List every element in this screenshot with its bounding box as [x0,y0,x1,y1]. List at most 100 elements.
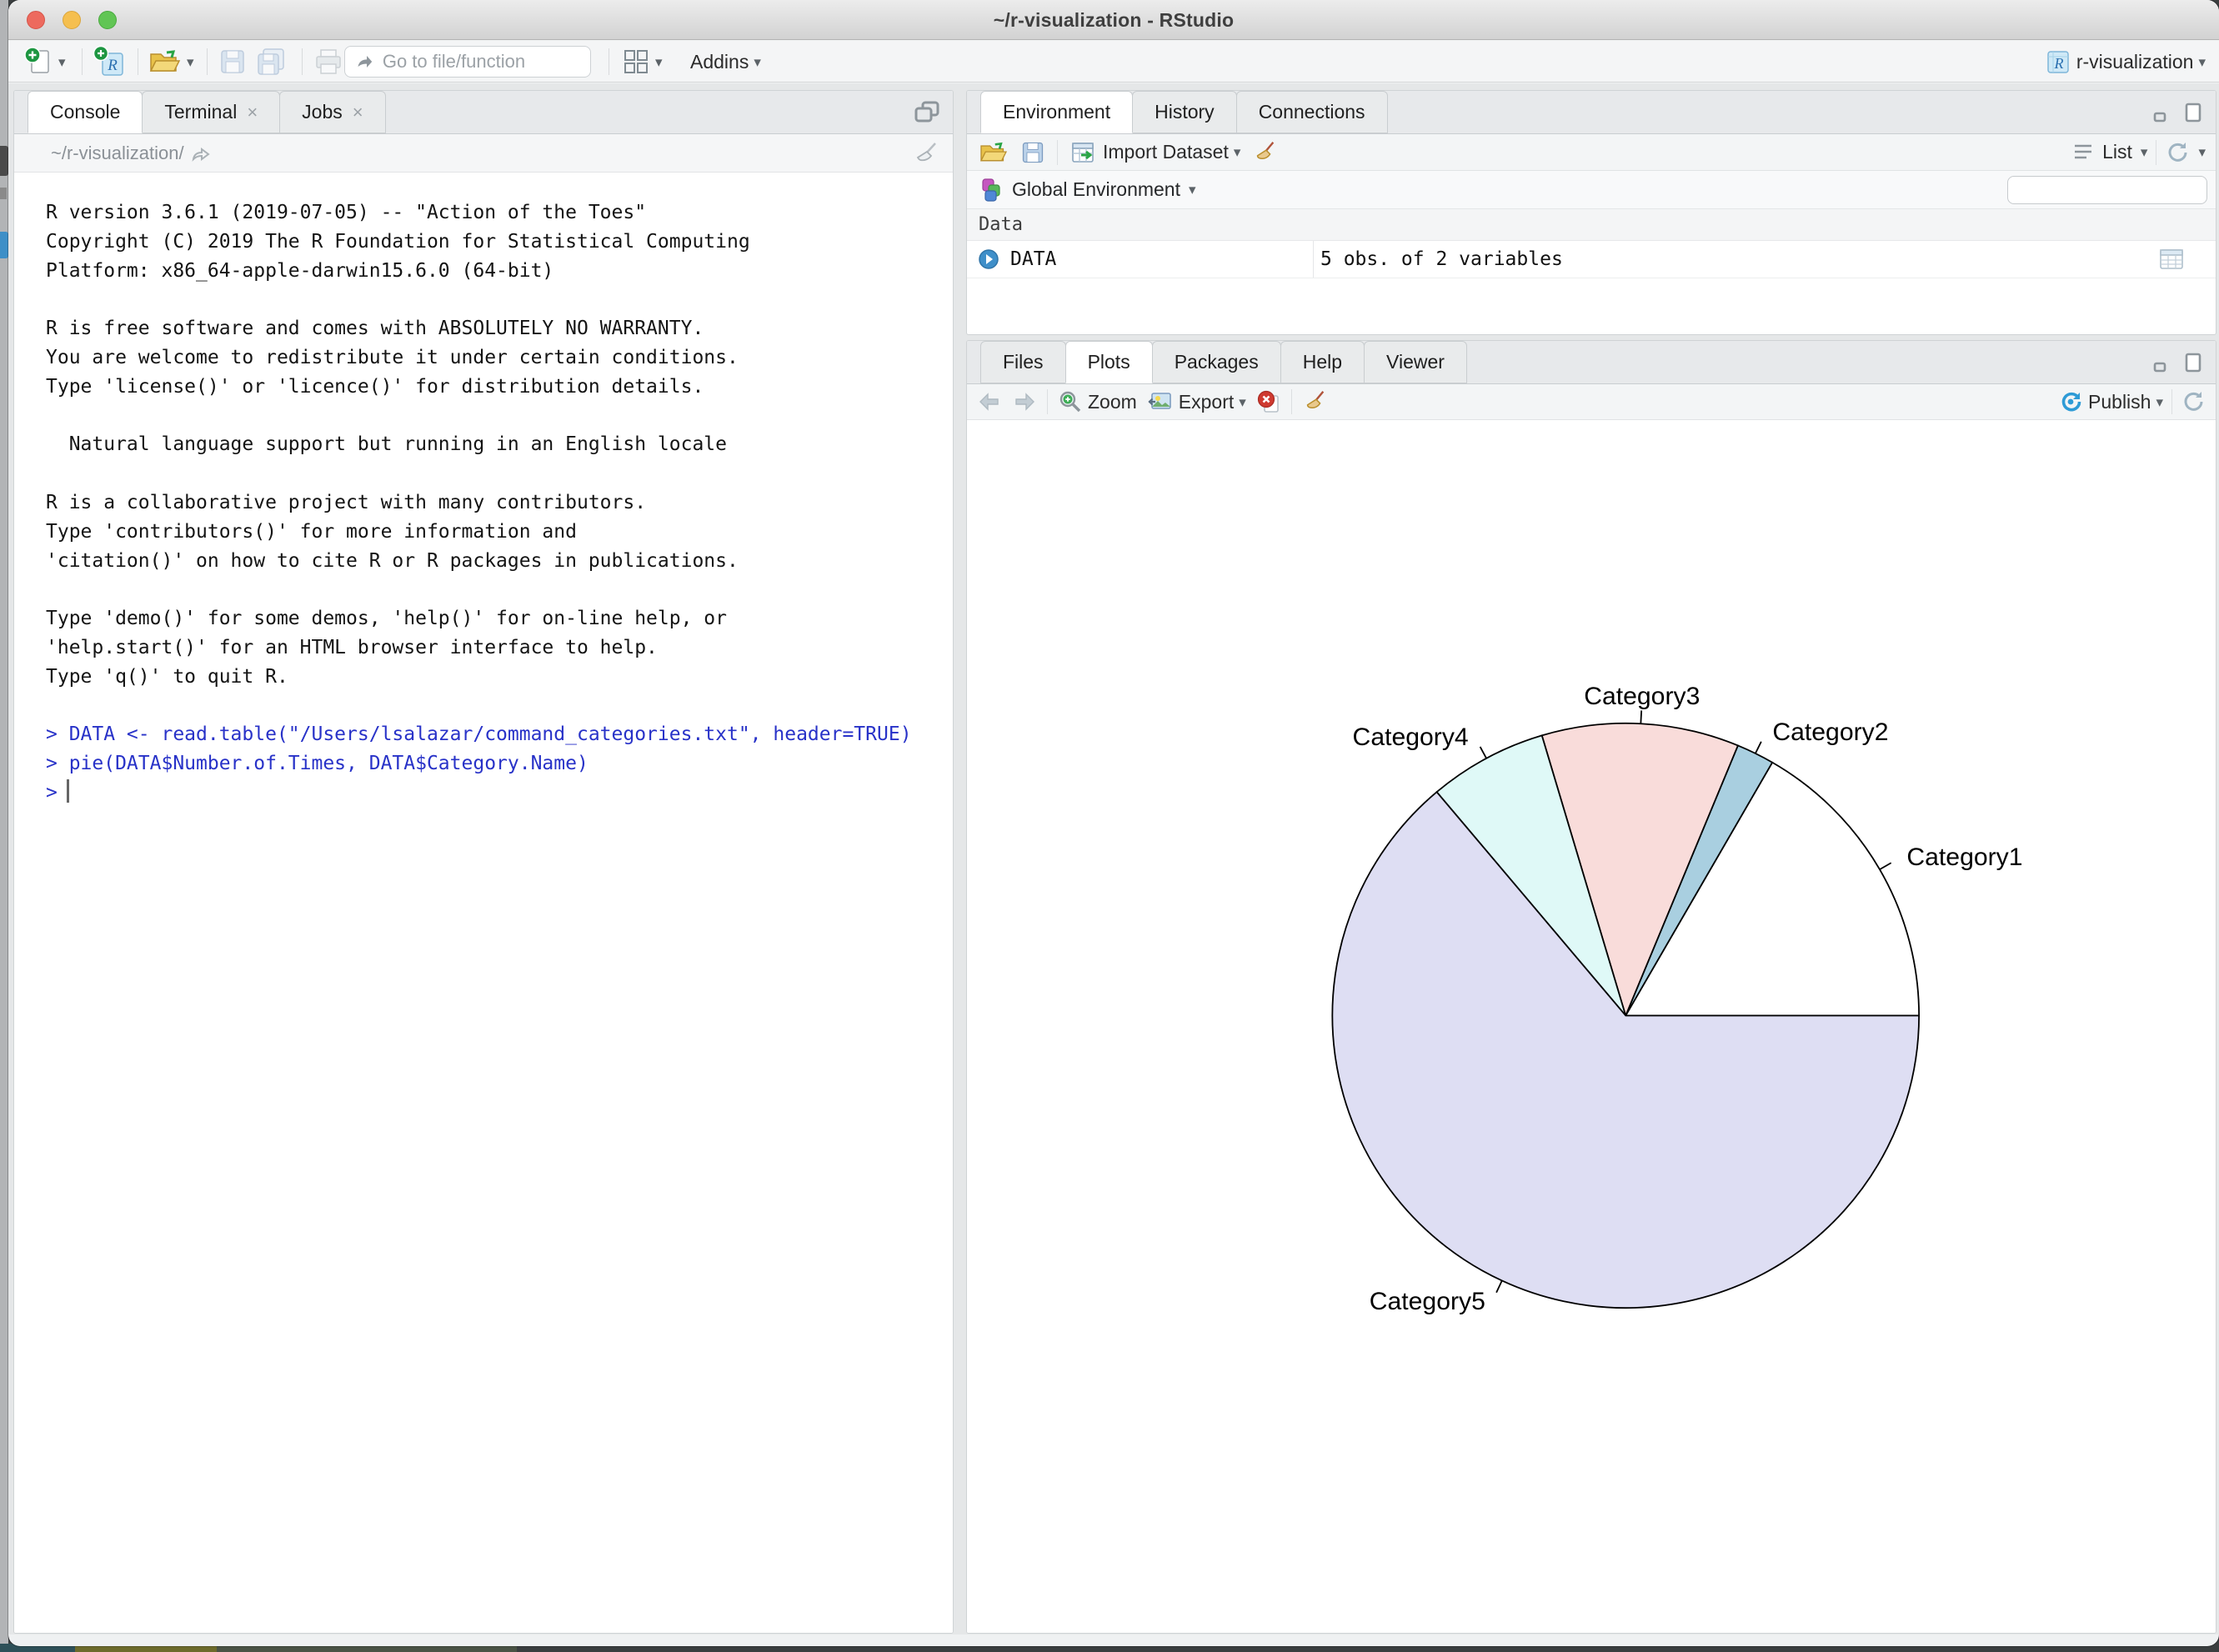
export-plot-button[interactable]: Export ▾ [1147,390,1246,413]
close-tab-icon[interactable]: × [353,102,363,123]
goto-file-search[interactable] [344,46,591,78]
refresh-icon[interactable] [2165,140,2190,165]
minimize-pane-icon[interactable] [2152,102,2174,123]
export-image-icon [1147,390,1174,413]
zoom-plot-button[interactable]: Zoom [1058,389,1137,414]
tab-help[interactable]: Help [1280,341,1365,383]
console-output-line: 'help.start()' for an HTML browser inter… [46,633,953,663]
environment-tabstrip: Environment History Connections [967,91,2216,134]
console-pathbar: ~/r-visualization/ [14,134,953,173]
save-all-button[interactable] [255,41,288,83]
refresh-plot-icon[interactable] [2181,389,2206,414]
next-plot-arrow-icon[interactable] [1012,390,1037,413]
new-project-icon: R [92,46,125,78]
save-all-icon [255,48,288,76]
pie-slice-label: Category1 [1906,844,2022,871]
open-file-button[interactable]: ▾ [148,41,194,83]
import-dataset-button[interactable]: Import Dataset ▾ [1069,140,1240,165]
desktop-icon-fragment [0,232,8,258]
publish-icon [2058,389,2083,414]
tab-files[interactable]: Files [980,341,1066,383]
view-table-icon[interactable] [2157,246,2186,273]
clear-environment-broom-icon[interactable] [1252,139,1277,166]
new-file-icon [23,47,53,77]
pie-label-tick [1640,710,1641,723]
environment-search[interactable] [2007,176,2207,204]
console-output[interactable]: R version 3.6.1 (2019-07-05) -- "Action … [14,173,953,1633]
global-environment-label[interactable]: Global Environment [1012,178,1180,201]
chevron-down-icon: ▾ [187,55,194,69]
console-output-line [46,459,953,488]
plots-toolbar: Zoom Export ▾ [967,384,2216,420]
print-button[interactable] [313,41,343,83]
svg-text:R: R [2053,55,2063,72]
addins-menu[interactable]: Addins ▾ [690,41,761,83]
tab-console[interactable]: Console [28,91,143,133]
chevron-down-icon: ▾ [58,55,66,69]
tab-label: History [1155,101,1215,123]
chevron-down-icon: ▾ [1189,183,1196,197]
pie-chart: Category1Category2Category3Category4Cate… [967,421,2216,1633]
open-folder-icon [148,48,182,76]
goto-arrow-icon [355,51,374,73]
maximize-pane-icon[interactable] [2182,352,2204,373]
console-output-line: Natural language support but running in … [46,430,953,459]
console-output-line: R is free software and comes with ABSOLU… [46,314,953,343]
previous-plot-arrow-icon[interactable] [977,390,1002,413]
tab-plots[interactable]: Plots [1065,341,1153,383]
section-label: Data [979,214,1023,235]
console-output-line [46,402,953,431]
tab-packages[interactable]: Packages [1152,341,1281,383]
project-menu[interactable]: R r-visualization ▾ [2045,41,2206,83]
new-project-button[interactable]: R [92,41,125,83]
minimize-pane-icon[interactable] [2152,352,2174,373]
tab-connections[interactable]: Connections [1236,91,1388,133]
remove-plot-icon [1256,389,1281,414]
chevron-down-icon: ▾ [2198,55,2206,69]
maximize-pane-icon[interactable] [913,99,941,126]
environment-search-input[interactable] [2020,181,2216,200]
tab-environment[interactable]: Environment [980,91,1133,133]
plot-canvas: Category1Category2Category3Category4Cate… [967,421,2216,1633]
remove-plot-button[interactable] [1256,389,1281,414]
tab-viewer[interactable]: Viewer [1364,341,1467,383]
save-button[interactable] [218,41,247,83]
save-icon [218,48,247,76]
pie-slice-label: Category3 [1584,683,1700,710]
console-output-line [46,575,953,604]
close-tab-icon[interactable]: × [247,102,258,123]
console-output-line [46,285,953,314]
tab-label: Environment [1003,101,1110,123]
goto-directory-arrow-icon[interactable] [191,144,213,163]
goto-file-input[interactable] [383,51,580,73]
project-label: r-visualization [2076,51,2194,73]
maximize-pane-icon[interactable] [2182,102,2204,123]
tab-jobs[interactable]: Jobs × [279,91,385,133]
tab-terminal[interactable]: Terminal × [142,91,280,133]
tab-label: Plots [1088,351,1130,373]
load-workspace-folder-icon[interactable] [979,140,1009,165]
pane-layout-button[interactable]: ▾ [622,41,663,83]
titlebar: ~/r-visualization - RStudio [8,0,2219,40]
environment-scope-row: Global Environment ▾ [967,171,2216,209]
clear-console-broom-icon[interactable] [913,140,939,167]
desktop-icon-fragment [0,146,8,176]
expand-object-play-icon[interactable] [977,248,1000,271]
tab-label: Viewer [1386,351,1445,373]
pie-label-tick [1496,1280,1502,1292]
save-workspace-icon[interactable] [1020,140,1045,165]
console-input-line: > pie(DATA$Number.of.Times, DATA$Categor… [46,749,953,778]
console-cursor [67,779,69,803]
environment-object-row[interactable]: DATA 5 obs. of 2 variables [967,241,2216,278]
publish-plot-button[interactable]: Publish ▾ [2058,389,2163,414]
tab-history[interactable]: History [1132,91,1237,133]
list-view-label[interactable]: List [2102,141,2132,163]
zoom-plot-label: Zoom [1088,391,1137,413]
pie-slice-label: Category5 [1370,1288,1485,1315]
environment-pane: Environment History Connections [967,91,2216,334]
addins-label: Addins [690,51,749,73]
pie-label-tick [1756,742,1761,753]
new-file-button[interactable]: ▾ [23,41,66,83]
workspace: Console Terminal × Jobs × ~ [8,83,2219,1634]
clear-all-plots-broom-icon[interactable] [1302,388,1327,415]
